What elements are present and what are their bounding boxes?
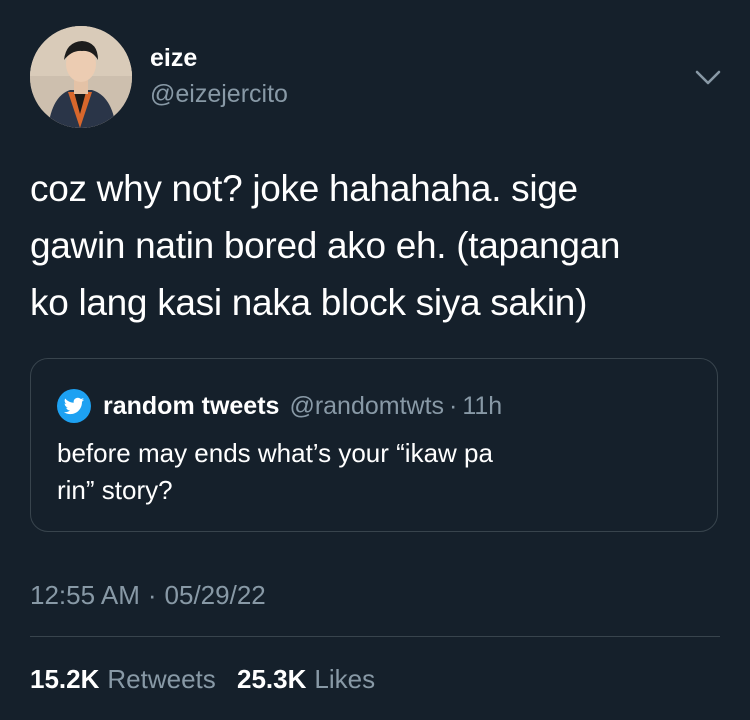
author-name[interactable]: eize [150,44,197,73]
tweet-line: ko lang kasi naka block siya sakin) [30,282,588,323]
avatar-photo [30,26,132,128]
avatar[interactable] [30,26,132,128]
quoted-tweet-text: before may ends what’s your “ikaw pa rin… [57,435,617,509]
likes-stat[interactable]: 25.3K Likes [237,664,375,695]
quoted-author-handle[interactable]: @randomtwts [289,392,444,421]
author-handle[interactable]: @eizejercito [150,80,288,109]
chevron-down-icon[interactable] [692,62,724,94]
quoted-author-name[interactable]: random tweets [103,392,279,421]
quoted-line: rin” story? [57,475,173,505]
likes-count: 25.3K [237,664,307,694]
tweet-line: gawin natin bored ako eh. (tapangan [30,225,621,266]
tweet-text: coz why not? joke hahahaha. sige gawin n… [30,160,710,331]
quoted-tweet-header: random tweets @randomtwts · 11h [57,389,502,423]
divider [30,636,720,637]
tweet-timestamp[interactable]: 12:55 AM · 05/29/22 [30,580,266,611]
tweet-line: coz why not? joke hahahaha. sige [30,168,578,209]
retweets-count: 15.2K [30,664,100,694]
separator-dot: · [147,580,157,610]
retweets-stat[interactable]: 15.2K Retweets [30,664,216,695]
quoted-timestamp: 11h [462,391,503,420]
separator-dot: · [449,391,458,420]
likes-label: Likes [314,664,376,694]
twitter-bird-icon[interactable] [57,389,91,423]
retweets-label: Retweets [107,664,216,694]
quoted-line: before may ends what’s your “ikaw pa [57,438,493,468]
quoted-tweet-card[interactable]: random tweets @randomtwts · 11h before m… [30,358,718,532]
tweet-date: 05/29/22 [164,580,266,610]
tweet-time: 12:55 AM [30,580,140,610]
engagement-stats: 15.2K Retweets 25.3K Likes [30,664,375,695]
